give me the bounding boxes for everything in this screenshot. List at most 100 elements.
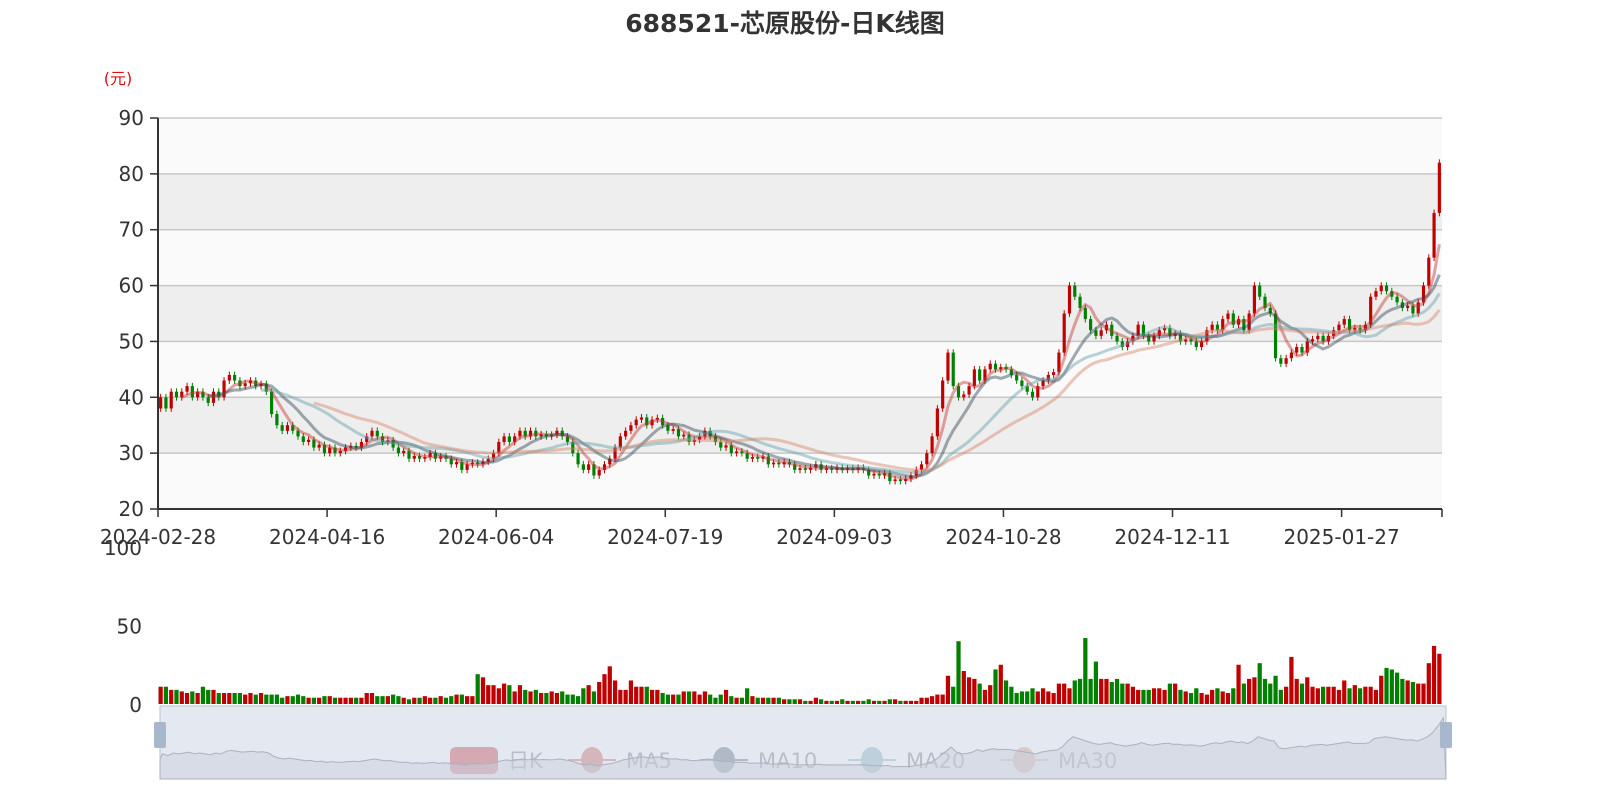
volume-bar [264, 694, 269, 704]
volume-bar [1262, 678, 1268, 704]
volume-bar [771, 697, 776, 704]
volume-bar [364, 693, 369, 704]
chart-title: 688521-芯原股份-日K线图 [625, 9, 945, 38]
volume-bar [406, 699, 412, 704]
volume-bar [327, 696, 332, 704]
candle-body [576, 453, 580, 465]
volume-bar [227, 693, 232, 704]
candle-body [624, 430, 628, 437]
candlestick-chart: 688521-芯原股份-日K线图 (元) 20 30 40 50 60 70 80 90 20… [100, 9, 1452, 780]
candle-body [396, 447, 401, 454]
candle-body [164, 397, 168, 409]
volume-bar [554, 693, 560, 704]
volume-bar [1315, 688, 1320, 704]
volume-bar [634, 686, 639, 704]
slider-left-handle[interactable] [154, 722, 166, 748]
volume-bar [1136, 689, 1141, 704]
volume-bar [1278, 689, 1283, 704]
volume-bar [1389, 669, 1394, 704]
candle-body [597, 469, 601, 476]
candle-body [507, 436, 511, 442]
volume-bar [581, 688, 586, 704]
candle-body [1030, 391, 1035, 398]
x-tick-label: 2025-01-27 [1283, 525, 1399, 549]
candle-body [951, 352, 955, 387]
volume-bar [190, 691, 195, 704]
volume-bar [745, 688, 750, 704]
volume-bar [750, 696, 755, 704]
x-tick-label: 2024-06-04 [438, 525, 554, 549]
volume-bar [449, 696, 454, 704]
volume-bar [1173, 683, 1178, 704]
volume-bar [417, 697, 422, 704]
volume-bar [1384, 667, 1389, 704]
candle-body [1015, 374, 1019, 381]
volume-bar [808, 700, 813, 704]
volume-bar [1009, 686, 1014, 704]
volume-bar [369, 693, 375, 704]
volume-bar [1194, 688, 1199, 704]
volume-bar [433, 697, 438, 704]
candle-body [872, 473, 876, 476]
y-tick-label: 30 [119, 441, 144, 465]
candle-body [1395, 296, 1399, 303]
candle-body [307, 439, 311, 442]
volume-bar [649, 689, 655, 704]
candle-body [587, 464, 591, 470]
candle-body [719, 441, 723, 448]
volume-bar [797, 699, 803, 704]
candle-body [233, 374, 237, 381]
candle-body [518, 430, 522, 437]
volume-bar [248, 693, 253, 704]
candle-body [682, 434, 686, 437]
volume-bar [1236, 664, 1241, 704]
volume-bar [1368, 686, 1373, 704]
volume-bar [317, 697, 322, 704]
volume-bar [1273, 675, 1278, 704]
volume-bar [866, 699, 871, 704]
candle-body [750, 457, 755, 459]
volume-bar [1178, 689, 1183, 704]
slider-right-handle[interactable] [1440, 722, 1452, 748]
volume-bar [216, 693, 221, 704]
candle-body [402, 450, 406, 454]
volume-bar [306, 697, 311, 704]
candle-body [301, 436, 305, 442]
volume-bar [988, 685, 993, 704]
volume-bar [1204, 694, 1209, 704]
volume-bar [665, 694, 671, 704]
y-tick-label: 80 [119, 162, 144, 186]
data-zoom-slider[interactable] [154, 705, 1452, 780]
volume-bar [877, 700, 882, 704]
volume-bar [702, 691, 708, 704]
volume-bar [480, 677, 486, 704]
volume-bar [982, 689, 988, 704]
y-tick-label: 90 [119, 106, 144, 130]
candle-body [227, 374, 231, 381]
candle-body [735, 451, 739, 454]
volume-bar [845, 700, 850, 704]
volume-bar [200, 686, 206, 704]
volume-bar [391, 694, 396, 704]
volume-bar [195, 693, 200, 704]
volume-bar [972, 678, 977, 704]
volume-bar [1183, 691, 1188, 704]
candle-body [972, 369, 976, 387]
volume-bar [998, 664, 1003, 704]
candle-body [317, 444, 321, 448]
volume-bar [1426, 663, 1431, 704]
grid-band [158, 118, 1442, 174]
volume-bar [1093, 661, 1099, 704]
volume-bar [1431, 645, 1437, 704]
candle-body [1252, 285, 1257, 314]
candle-body [375, 430, 379, 437]
candle-body [671, 429, 675, 431]
volume-bar [1083, 638, 1088, 704]
candle-body [280, 425, 284, 431]
volume-bar [396, 696, 401, 704]
volume-bar [1342, 680, 1347, 704]
volume-bar [258, 693, 264, 704]
volume-bar [903, 700, 908, 704]
candle-body [1078, 296, 1082, 308]
volume-bar [1331, 686, 1336, 704]
